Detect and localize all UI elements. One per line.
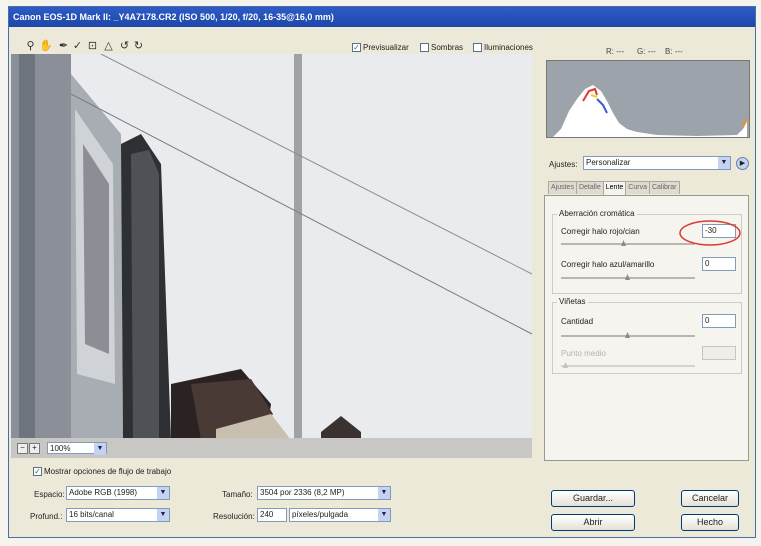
settings-select[interactable]: Personalizar ▼ <box>583 156 731 170</box>
resolution-unit-select[interactable]: píxeles/pulgada ▼ <box>289 508 391 522</box>
shadows-checkbox[interactable]: Sombras <box>420 43 463 52</box>
vignetting-group-label: Viñetas <box>557 297 588 306</box>
panel-tabs: Ajustes Detalle Lente Curva Calibrar <box>548 181 753 196</box>
space-label: Espacio: <box>34 490 65 499</box>
done-button[interactable]: Hecho <box>681 514 739 531</box>
settings-menu-icon[interactable]: ▶ <box>736 157 749 170</box>
chevron-down-icon[interactable]: ▼ <box>718 157 730 169</box>
blue-yellow-label: Corregir halo azul/amarillo <box>561 260 655 269</box>
resolution-input[interactable]: 240 <box>257 508 287 522</box>
depth-select[interactable]: 16 bits/canal ▼ <box>66 508 170 522</box>
amount-slider[interactable] <box>561 332 695 338</box>
highlights-label: Iluminaciones <box>484 43 533 52</box>
tab-calibrar[interactable]: Calibrar <box>648 181 680 194</box>
blue-yellow-slider[interactable] <box>561 274 695 280</box>
image-preview[interactable] <box>11 54 532 440</box>
red-cyan-slider[interactable] <box>561 240 695 246</box>
midpoint-slider-thumb <box>563 362 568 368</box>
straighten-icon[interactable]: △ <box>103 41 114 52</box>
settings-value: Personalizar <box>586 158 631 167</box>
amount-label: Cantidad <box>561 317 594 326</box>
blue-yellow-input[interactable]: 0 <box>702 257 736 271</box>
save-button[interactable]: Guardar... <box>551 490 635 507</box>
rotate-left-icon[interactable]: ↺ <box>119 41 130 52</box>
zoom-select[interactable]: 100% ▼ <box>47 442 107 455</box>
preview-checkbox[interactable]: ✓ Previsualizar <box>352 43 409 52</box>
open-button[interactable]: Abrir <box>551 514 635 531</box>
zoom-icon[interactable]: ⚲ <box>25 41 36 52</box>
hand-icon[interactable]: ✋ <box>39 41 53 52</box>
size-select[interactable]: 3504 por 2336 (8,2 MP) ▼ <box>257 486 391 500</box>
amount-input[interactable]: 0 <box>702 314 736 328</box>
blue-yellow-slider-thumb[interactable] <box>625 274 630 280</box>
cancel-button[interactable]: Cancelar <box>681 490 739 507</box>
shadows-box[interactable] <box>420 43 429 52</box>
histogram <box>546 60 750 138</box>
red-cyan-slider-thumb[interactable] <box>621 240 626 246</box>
r-readout: R: --- <box>606 47 625 56</box>
tab-lente[interactable]: Lente <box>602 181 627 196</box>
space-value: Adobe RGB (1998) <box>69 488 138 497</box>
amount-slider-thumb[interactable] <box>625 332 630 338</box>
tab-detalle[interactable]: Detalle <box>575 181 604 194</box>
depth-value: 16 bits/canal <box>69 510 114 519</box>
g-readout: G: --- <box>637 47 656 56</box>
window-title: Canon EOS-1D Mark II: _Y4A7178.CR2 (ISO … <box>9 7 755 27</box>
white-balance-icon[interactable]: ✒ <box>58 41 69 52</box>
zoom-in-button[interactable]: + <box>29 443 40 454</box>
chevron-down-icon[interactable]: ▼ <box>378 509 390 521</box>
settings-label: Ajustes: <box>549 160 578 169</box>
b-readout: B: --- <box>665 47 683 56</box>
color-sampler-icon[interactable]: ✓ <box>72 41 83 52</box>
tab-curva[interactable]: Curva <box>625 181 650 194</box>
zoom-value: 100% <box>50 444 71 453</box>
rotate-right-icon[interactable]: ↻ <box>133 41 144 52</box>
red-cyan-label: Corregir halo rojo/cian <box>561 227 640 236</box>
resolution-unit-value: píxeles/pulgada <box>292 510 349 519</box>
chevron-down-icon[interactable]: ▼ <box>378 487 390 499</box>
ca-group-label: Aberración cromática <box>557 209 637 218</box>
depth-label: Profund.: <box>30 512 63 521</box>
crop-icon[interactable]: ⊡ <box>87 41 98 52</box>
midpoint-input <box>702 346 736 360</box>
zoom-out-button[interactable]: − <box>17 443 28 454</box>
size-value: 3504 por 2336 (8,2 MP) <box>260 488 345 497</box>
chevron-down-icon[interactable]: ▼ <box>157 509 169 521</box>
vignetting-group: Viñetas Cantidad 0 Punto medio <box>552 297 742 374</box>
histogram-graph <box>547 61 749 137</box>
size-label: Tamaño: <box>222 490 253 499</box>
highlight-circle <box>679 220 741 246</box>
tab-ajustes[interactable]: Ajustes <box>548 181 577 194</box>
chevron-down-icon[interactable]: ▼ <box>157 487 169 499</box>
midpoint-label: Punto medio <box>561 349 606 358</box>
highlights-box[interactable] <box>473 43 482 52</box>
shadows-label: Sombras <box>431 43 464 52</box>
preview-label: Previsualizar <box>363 43 409 52</box>
preview-check-icon[interactable]: ✓ <box>352 43 361 52</box>
chevron-down-icon[interactable]: ▼ <box>94 443 106 455</box>
resolution-label: Resolución: <box>213 512 255 521</box>
workflow-check-icon[interactable]: ✓ <box>33 467 42 476</box>
space-select[interactable]: Adobe RGB (1998) ▼ <box>66 486 170 500</box>
midpoint-slider <box>561 362 695 368</box>
preview-photo <box>11 54 532 440</box>
workflow-label: Mostrar opciones de flujo de trabajo <box>44 467 172 476</box>
highlights-checkbox[interactable]: Iluminaciones <box>473 43 533 52</box>
zoom-bar: − + 100% ▼ <box>11 438 532 458</box>
workflow-checkbox[interactable]: ✓ Mostrar opciones de flujo de trabajo <box>33 467 171 476</box>
